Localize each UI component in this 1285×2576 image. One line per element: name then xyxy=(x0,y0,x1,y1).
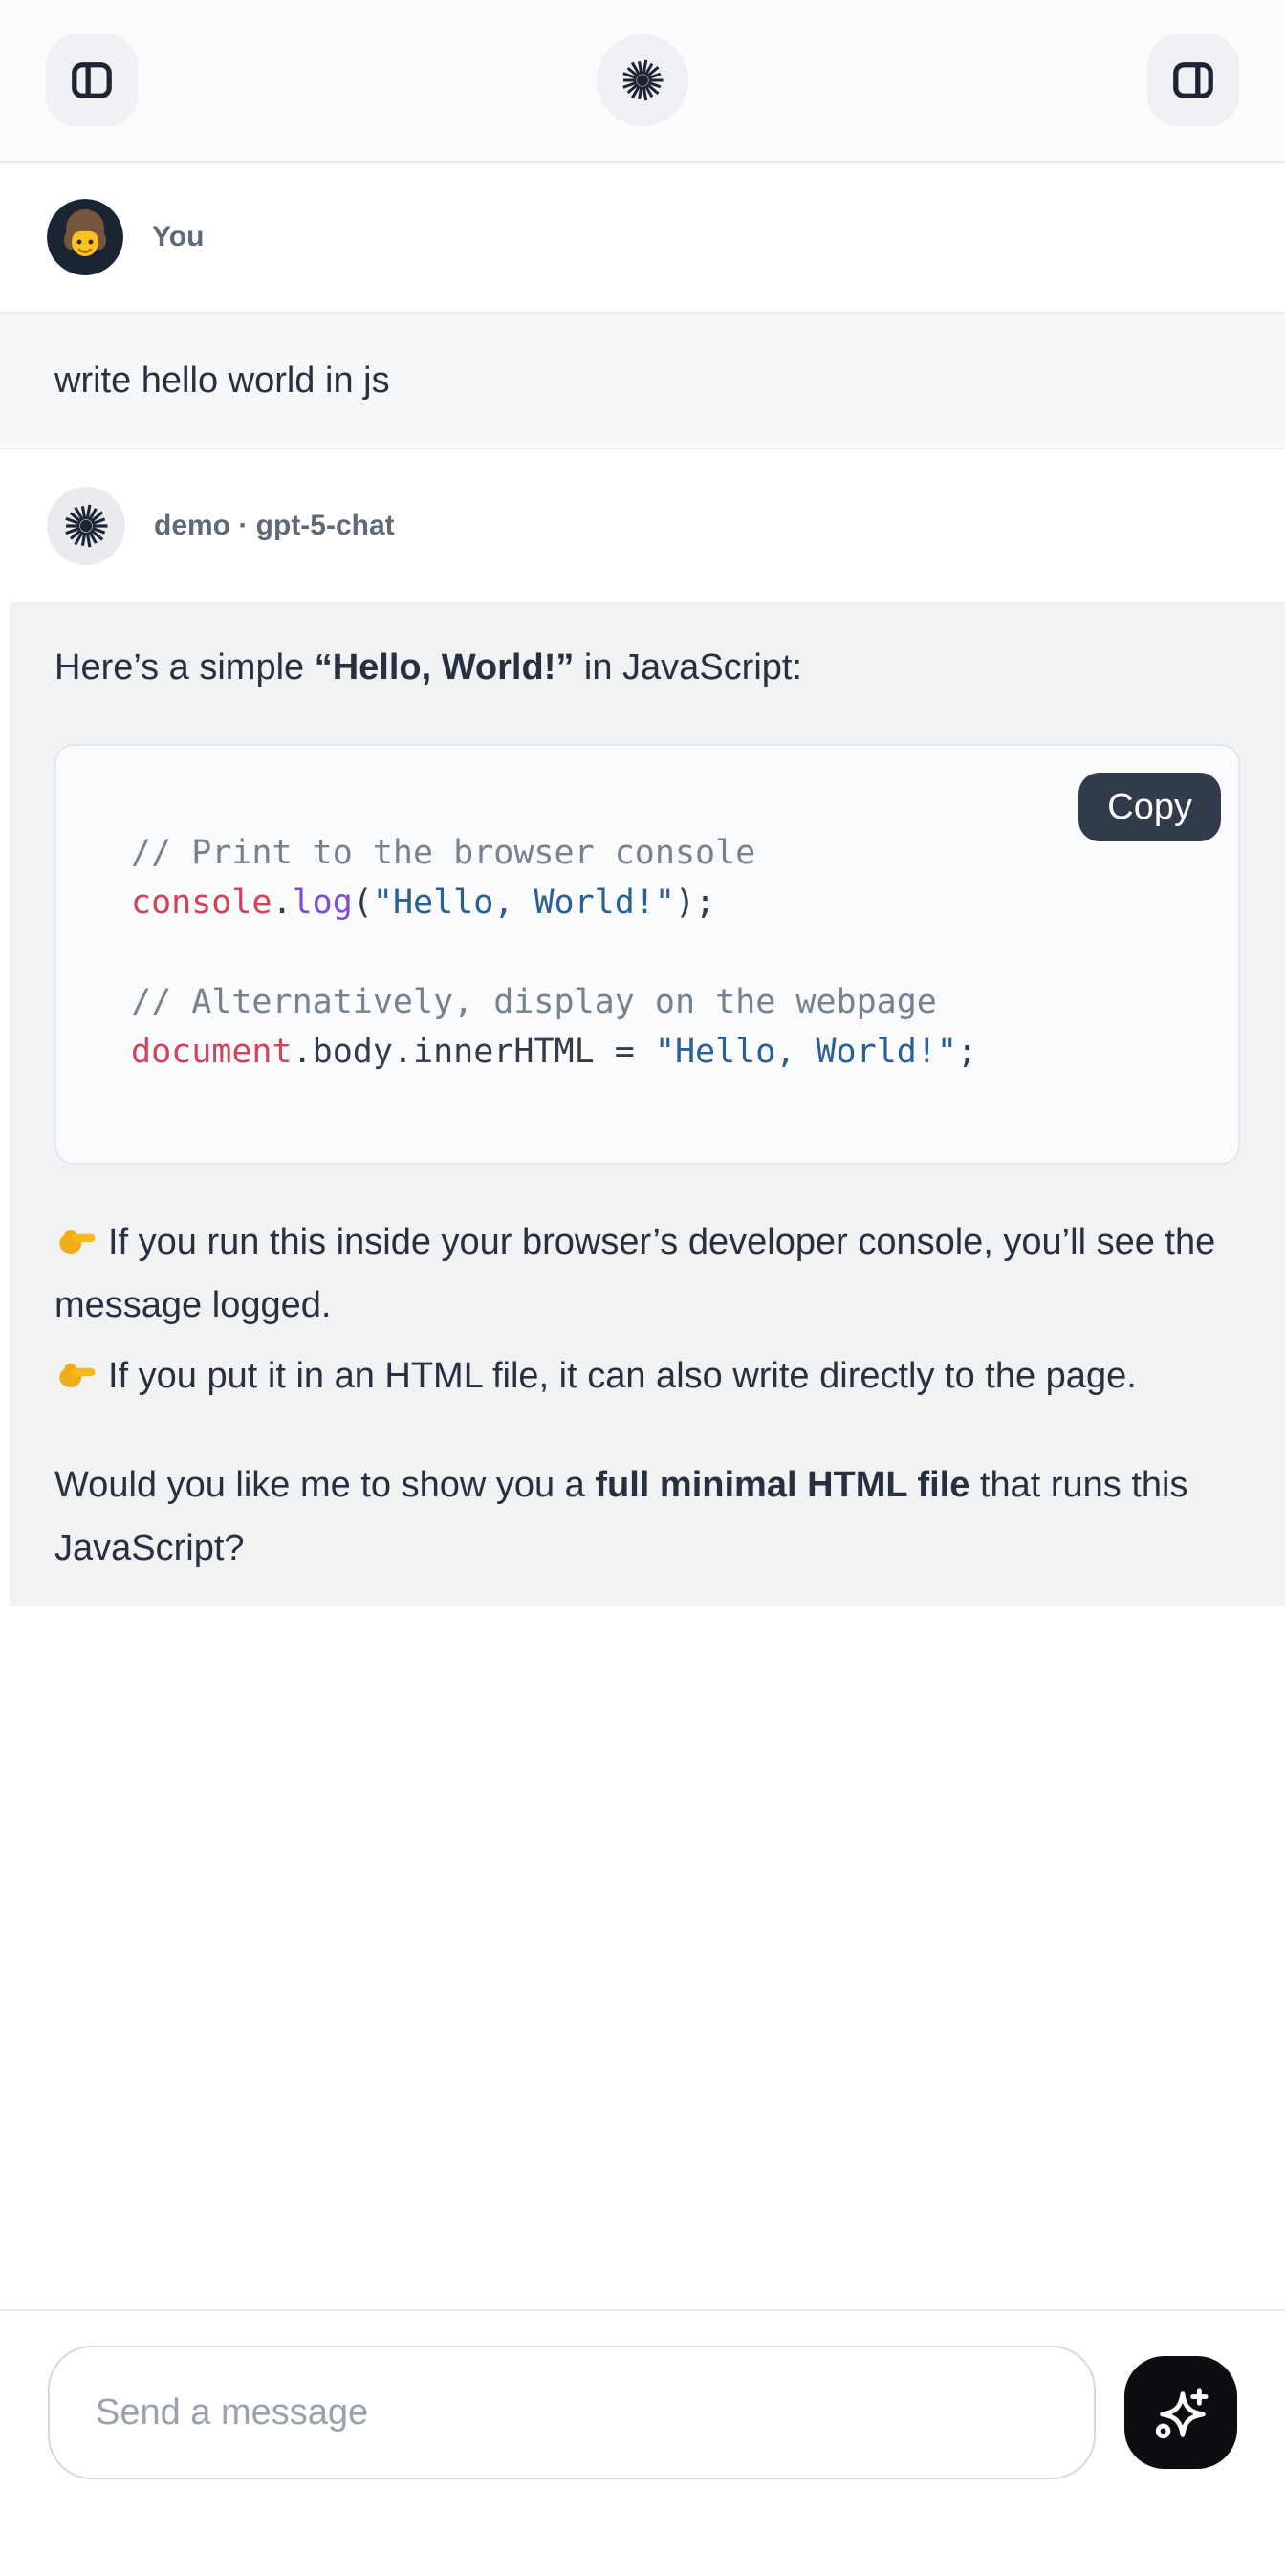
paragraph: If you run this inside your browser’s de… xyxy=(54,1211,1240,1337)
right-panel-toggle-button[interactable] xyxy=(1147,34,1239,126)
code-block: Copy // Print to the browser consolecons… xyxy=(54,744,1240,1165)
assistant-avatar xyxy=(47,487,125,565)
assistant-message: Here’s a simple “Hello, World!” in JavaS… xyxy=(10,602,1285,1606)
composer-bar: Send a message xyxy=(0,2309,1285,2514)
person-emoji-icon xyxy=(47,199,123,275)
user-sender-name: You xyxy=(152,221,204,253)
code-line: document.body.innerHTML = "Hello, World!… xyxy=(131,1027,1200,1077)
starburst-icon xyxy=(64,504,108,548)
paragraph: Would you like me to show you a full min… xyxy=(54,1453,1240,1580)
copy-button[interactable]: Copy xyxy=(1078,773,1221,841)
assistant-paragraphs: If you run this inside your browser’s de… xyxy=(54,1211,1240,1580)
assistant-sender-name: demo · gpt-5-chat xyxy=(154,510,395,542)
code-line xyxy=(131,928,1200,977)
code-content: // Print to the browser consoleconsole.l… xyxy=(131,828,1200,1077)
user-avatar xyxy=(47,199,123,275)
starburst-icon xyxy=(621,59,664,101)
panel-right-icon xyxy=(1171,58,1215,102)
code-line: // Print to the browser console xyxy=(131,828,1200,878)
paragraph: If you put it in an HTML file, it can al… xyxy=(54,1344,1240,1408)
sidebar-toggle-button[interactable] xyxy=(46,34,138,126)
message-input-placeholder: Send a message xyxy=(96,2392,368,2434)
top-bar xyxy=(0,0,1285,163)
message-input[interactable]: Send a message xyxy=(48,2346,1096,2479)
chat-empty-space xyxy=(0,1606,1285,2309)
sparkle-plus-icon xyxy=(1151,2383,1210,2442)
panel-left-icon xyxy=(70,58,114,102)
pointing-right-emoji-icon xyxy=(54,1217,98,1261)
assistant-intro: Here’s a simple “Hello, World!” in JavaS… xyxy=(54,641,1240,694)
send-button[interactable] xyxy=(1124,2356,1237,2469)
code-line: console.log("Hello, World!"); xyxy=(131,878,1200,928)
pointing-right-emoji-icon xyxy=(54,1351,98,1395)
assistant-sender-row: demo · gpt-5-chat xyxy=(0,449,1285,602)
user-message-text: write hello world in js xyxy=(54,360,390,402)
chat-app: You write hello world in js demo · gpt-5… xyxy=(0,0,1285,2576)
new-chat-button[interactable] xyxy=(597,34,688,126)
code-line: // Alternatively, display on the webpage xyxy=(131,977,1200,1027)
user-message: write hello world in js xyxy=(0,312,1285,449)
user-sender-row: You xyxy=(0,163,1285,312)
